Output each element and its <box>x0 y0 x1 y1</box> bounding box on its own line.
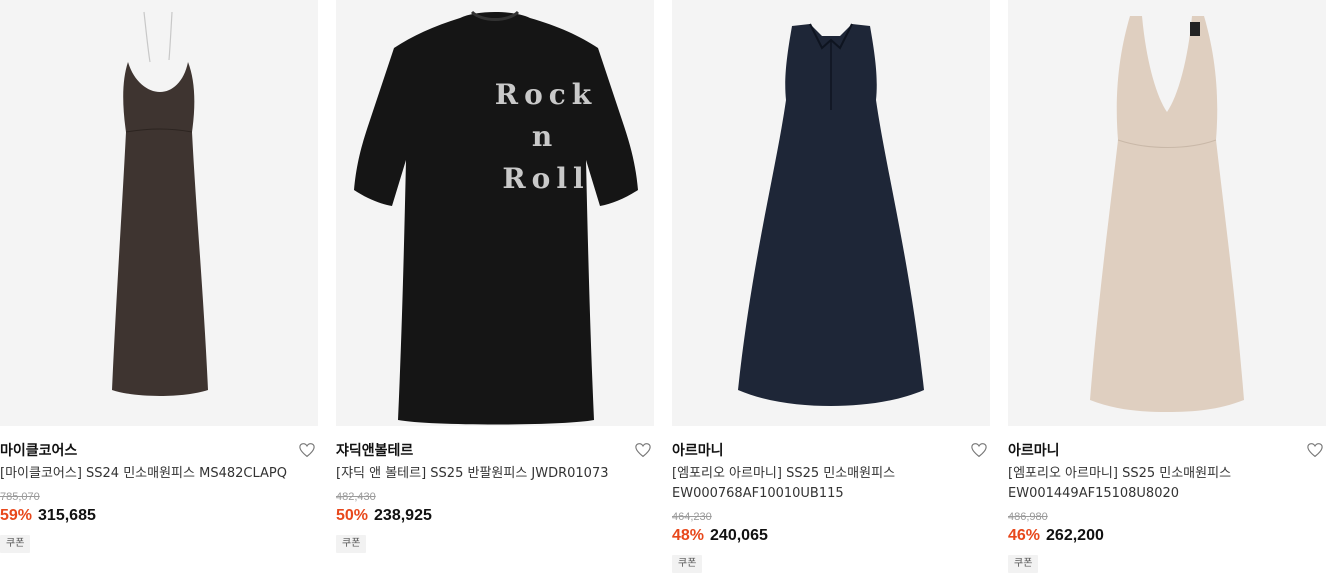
print-line-2: n <box>532 120 552 153</box>
sale-price: 238,925 <box>374 507 432 524</box>
original-price: 464,230 <box>672 511 712 523</box>
coupon-badge: 쿠폰 <box>672 555 703 573</box>
product-name-line[interactable]: [쟈딕 앤 볼테르] SS25 반팔원피스 JWDR01073 <box>336 464 654 483</box>
product-name-line[interactable]: EW001449AF15108U8020 <box>1008 484 1326 503</box>
heart-icon[interactable] <box>298 441 316 459</box>
product-image[interactable] <box>1008 0 1326 426</box>
product-image[interactable] <box>672 0 990 426</box>
coupon-badge: 쿠폰 <box>336 535 367 553</box>
product-name-line[interactable]: [엠포리오 아르마니] SS25 민소매원피스 <box>672 464 990 483</box>
original-price: 486,980 <box>1008 511 1048 523</box>
original-price: 785,070 <box>0 491 40 503</box>
dress-shape <box>1090 16 1244 412</box>
product-card[interactable]: 아르마니 [엠포리오 아르마니] SS25 민소매원피스 EW001449AF1… <box>1008 0 1326 573</box>
product-image[interactable]: Rock n Roll <box>336 0 654 426</box>
original-price: 482,430 <box>336 491 376 503</box>
product-name-line[interactable]: EW000768AF10010UB115 <box>672 484 990 503</box>
coupon-badge: 쿠폰 <box>0 535 31 553</box>
product-name-line[interactable]: [마이클코어스] SS24 민소매원피스 MS482CLAPQ <box>0 464 318 483</box>
dress-image <box>112 11 208 396</box>
product-card[interactable]: Rock n Roll 쟈딕앤볼테르 [쟈딕 앤 볼테르] SS25 반팔원피스… <box>336 0 654 553</box>
heart-icon[interactable] <box>970 441 988 459</box>
sale-price: 240,065 <box>710 527 768 544</box>
brand-name[interactable]: 아르마니 <box>1008 443 1060 459</box>
product-name-line[interactable]: [엠포리오 아르마니] SS25 민소매원피스 <box>1008 464 1326 483</box>
dress-image: Rock n Roll <box>354 10 638 425</box>
discount-rate: 59% <box>0 507 33 524</box>
sale-price: 262,200 <box>1046 527 1104 544</box>
product-grid: 마이클코어스 [마이클코어스] SS24 민소매원피스 MS482CLAPQ 7… <box>0 0 1328 582</box>
discount-rate: 48% <box>672 527 705 544</box>
product-image[interactable] <box>0 0 318 426</box>
sale-price: 315,685 <box>38 507 96 524</box>
discount-rate: 50% <box>336 507 369 524</box>
print-line-1: Rock <box>495 78 597 111</box>
product-card[interactable]: 아르마니 [엠포리오 아르마니] SS25 민소매원피스 EW000768AF1… <box>672 0 990 573</box>
heart-icon[interactable] <box>1306 441 1324 459</box>
print-line-3: Roll <box>502 162 589 195</box>
discount-rate: 46% <box>1008 527 1041 544</box>
product-card[interactable]: 마이클코어스 [마이클코어스] SS24 민소매원피스 MS482CLAPQ 7… <box>0 0 318 553</box>
dress-shape <box>354 12 638 425</box>
brand-name[interactable]: 아르마니 <box>672 443 724 459</box>
dress-image <box>1090 16 1244 412</box>
coupon-badge: 쿠폰 <box>1008 555 1039 573</box>
brand-name[interactable]: 마이클코어스 <box>0 443 77 459</box>
dress-image <box>738 23 924 406</box>
brand-name[interactable]: 쟈딕앤볼테르 <box>336 443 413 459</box>
dress-shape <box>112 62 208 396</box>
heart-icon[interactable] <box>634 441 652 459</box>
